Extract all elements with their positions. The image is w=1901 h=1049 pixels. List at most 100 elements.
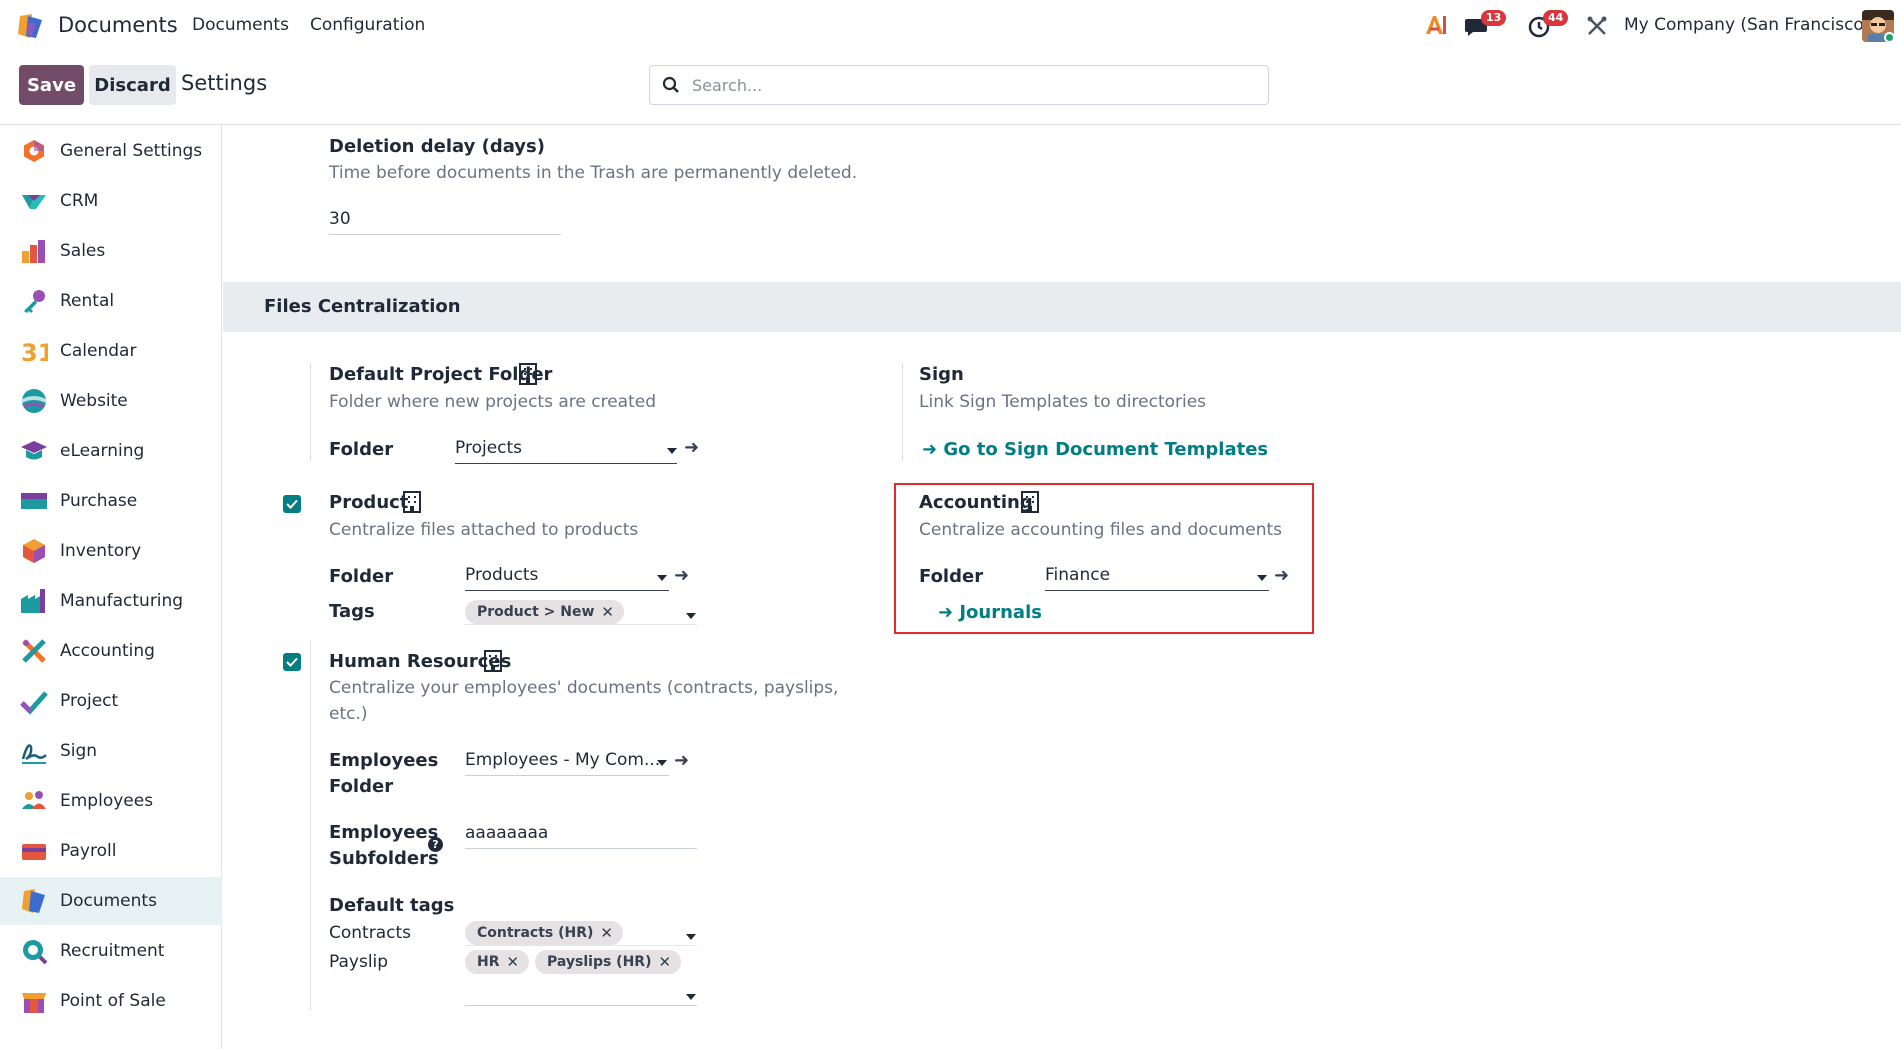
activities-badge: 44 [1543, 10, 1569, 26]
employees-folder-label-1: Employees [329, 750, 439, 771]
close-icon[interactable]: ✕ [658, 953, 671, 971]
employees-icon [22, 791, 46, 809]
inventory-icon [23, 539, 45, 563]
sidebar-item-elearning[interactable]: eLearning [0, 427, 222, 475]
sidebar-item-accounting[interactable]: Accounting [0, 627, 222, 675]
save-button[interactable]: Save [19, 65, 84, 105]
default-tags-label: Default tags [329, 895, 455, 916]
employees-subfolders-input[interactable]: aaaaaaaa [465, 821, 697, 849]
arrow-right-icon[interactable]: ➜ [684, 437, 699, 458]
manufacturing-icon [21, 589, 45, 613]
product-folder-label: Folder [329, 566, 394, 587]
sidebar-item-payroll[interactable]: Payroll [0, 827, 222, 875]
online-status-dot [1884, 32, 1895, 43]
sidebar-item-employees[interactable]: Employees [0, 777, 222, 825]
tag-payslips-hr: Payslips (HR) ✕ [535, 950, 682, 974]
sidebar-item-crm[interactable]: CRM [0, 177, 222, 225]
check-icon [286, 499, 298, 509]
project-icon [20, 691, 48, 715]
accounting-description: Centralize accounting files and document… [919, 520, 1282, 540]
product-folder-select[interactable]: Products [465, 563, 669, 591]
sign-icon [21, 744, 47, 764]
close-icon[interactable]: ✕ [507, 953, 520, 971]
sales-icon [22, 240, 45, 263]
rental-icon [24, 290, 45, 313]
website-icon [22, 389, 46, 413]
arrow-right-icon[interactable]: ➜ [1274, 565, 1289, 586]
sidebar-item-sign[interactable]: Sign [0, 727, 222, 775]
project-folder-label: Folder [329, 439, 394, 460]
journals-link[interactable]: ➜ Journals [938, 602, 1042, 623]
search-icon [662, 76, 679, 93]
sidebar-item-purchase[interactable]: Purchase [0, 477, 222, 525]
crm-icon [22, 195, 46, 209]
deletion-delay-input[interactable]: 30 [329, 207, 561, 235]
help-icon[interactable]: ? [428, 837, 443, 852]
documents-app-icon[interactable] [16, 12, 46, 40]
close-icon[interactable]: ✕ [600, 924, 613, 942]
svg-text:31: 31 [21, 339, 48, 365]
chevron-down-icon[interactable] [667, 448, 677, 454]
chevron-down-icon[interactable] [686, 994, 696, 1000]
sidebar-item-recruitment[interactable]: Recruitment [0, 927, 222, 975]
company-switcher[interactable]: My Company (San Francisco) [1624, 15, 1870, 35]
product-title: Product [329, 492, 409, 513]
arrow-right-icon[interactable]: ➜ [674, 750, 689, 771]
messages-badge: 13 [1481, 10, 1507, 26]
chevron-down-icon[interactable] [657, 760, 667, 766]
hr-description-line2: etc.) [329, 704, 368, 724]
product-description: Centralize files attached to products [329, 520, 639, 540]
hr-divider [310, 640, 311, 1010]
sidebar-item-inventory[interactable]: Inventory [0, 527, 222, 575]
employees-folder-select[interactable]: Employees - My Com... [465, 748, 669, 776]
menu-documents[interactable]: Documents [192, 15, 289, 35]
sidebar-item-general-settings[interactable]: General Settings [0, 127, 222, 175]
search-input[interactable] [692, 75, 1232, 95]
sign-templates-link[interactable]: ➜ Go to Sign Document Templates [922, 439, 1268, 460]
debug-tools-icon[interactable] [1586, 15, 1608, 37]
chevron-down-icon[interactable] [1257, 575, 1267, 581]
deletion-delay-title: Deletion delay (days) [329, 136, 545, 157]
sidebar-item-calendar[interactable]: 31 Calendar [0, 327, 222, 375]
discard-button[interactable]: Discard [89, 65, 176, 105]
documents-icon [22, 889, 45, 913]
calendar-icon: 31 [21, 339, 48, 365]
tag-hr: HR ✕ [465, 950, 530, 974]
close-icon[interactable]: ✕ [601, 603, 614, 621]
accounting-title: Accounting [919, 492, 1033, 513]
sidebar-item-project[interactable]: Project [0, 677, 222, 725]
chevron-down-icon[interactable] [686, 613, 696, 619]
sidebar-item-rental[interactable]: Rental [0, 277, 222, 325]
elearning-icon [21, 441, 47, 460]
sidebar-item-sales[interactable]: Sales [0, 227, 222, 275]
search-box[interactable] [649, 65, 1269, 105]
sidebar-item-point-of-sale[interactable]: Point of Sale [0, 977, 222, 1025]
project-folder-description: Folder where new projects are created [329, 392, 657, 412]
check-icon [286, 657, 298, 667]
product-checkbox[interactable] [283, 495, 301, 513]
chevron-down-icon[interactable] [686, 934, 696, 940]
employees-folder-label-2: Folder [329, 776, 394, 797]
sign-divider [902, 362, 903, 462]
chevron-down-icon[interactable] [657, 575, 667, 581]
hr-description-line1: Centralize your employees' documents (co… [329, 678, 839, 698]
accounting-icon [22, 639, 46, 663]
accounting-folder-select[interactable]: Finance [1045, 563, 1269, 591]
product-tags-label: Tags [329, 601, 375, 622]
payslip-tags-input[interactable] [465, 978, 697, 1006]
sidebar-item-website[interactable]: Website [0, 377, 222, 425]
building-icon [1021, 491, 1039, 513]
top-navbar: Documents Documents Configuration 13 44 … [0, 0, 1901, 52]
app-name[interactable]: Documents [58, 13, 178, 37]
project-folder-select[interactable]: Projects [455, 436, 677, 464]
recruitment-icon [23, 940, 48, 965]
accounting-folder-label: Folder [919, 566, 984, 587]
sidebar-item-manufacturing[interactable]: Manufacturing [0, 577, 222, 625]
hr-checkbox[interactable] [283, 653, 301, 671]
sidebar-item-documents[interactable]: Documents [0, 877, 222, 925]
ai-icon[interactable] [1424, 14, 1448, 36]
arrow-right-icon[interactable]: ➜ [674, 565, 689, 586]
menu-configuration[interactable]: Configuration [310, 15, 425, 35]
employees-subfolders-label-1: Employees [329, 822, 439, 843]
tag-product-new: Product > New ✕ [465, 600, 624, 624]
